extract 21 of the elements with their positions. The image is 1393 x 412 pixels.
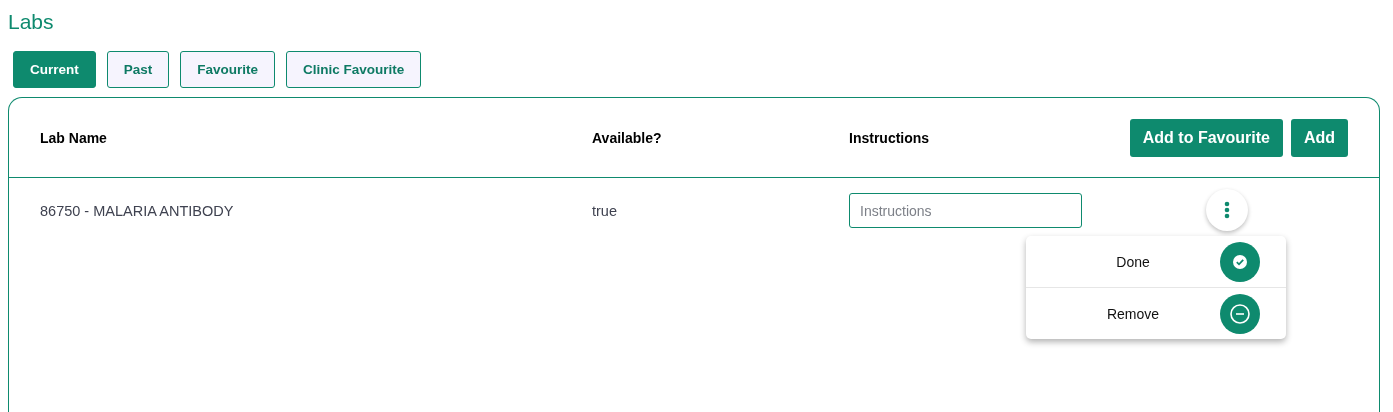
page-title: Labs: [8, 9, 54, 35]
check-circle-icon: [1220, 241, 1260, 282]
more-icon: [1224, 201, 1230, 219]
menu-item[interactable]: Done: [1026, 236, 1286, 288]
menu-item-label: Done: [1115, 253, 1151, 270]
column-header: Lab Name: [40, 129, 108, 146]
more-options-button[interactable]: [1206, 189, 1248, 231]
menu-item-label: Remove: [1105, 305, 1161, 322]
minus-circle-icon: [1220, 293, 1260, 334]
menu-item[interactable]: Remove: [1026, 288, 1286, 339]
column-header: Instructions: [849, 129, 931, 146]
tab[interactable]: Clinic Favourite: [286, 51, 422, 88]
instructions-field[interactable]: Instructions: [849, 193, 1082, 228]
column-header: Available?: [592, 129, 663, 146]
add-to-favourite-button[interactable]: Add to Favourite: [1129, 118, 1283, 157]
add-button[interactable]: Add: [1290, 118, 1348, 157]
tab[interactable]: Past: [106, 51, 170, 88]
tab[interactable]: Current: [13, 51, 96, 88]
table-cell-text: 86750 - MALARIA ANTIBODY: [40, 202, 235, 221]
tab[interactable]: Favourite: [180, 51, 276, 88]
table-cell-text: true: [592, 202, 618, 221]
